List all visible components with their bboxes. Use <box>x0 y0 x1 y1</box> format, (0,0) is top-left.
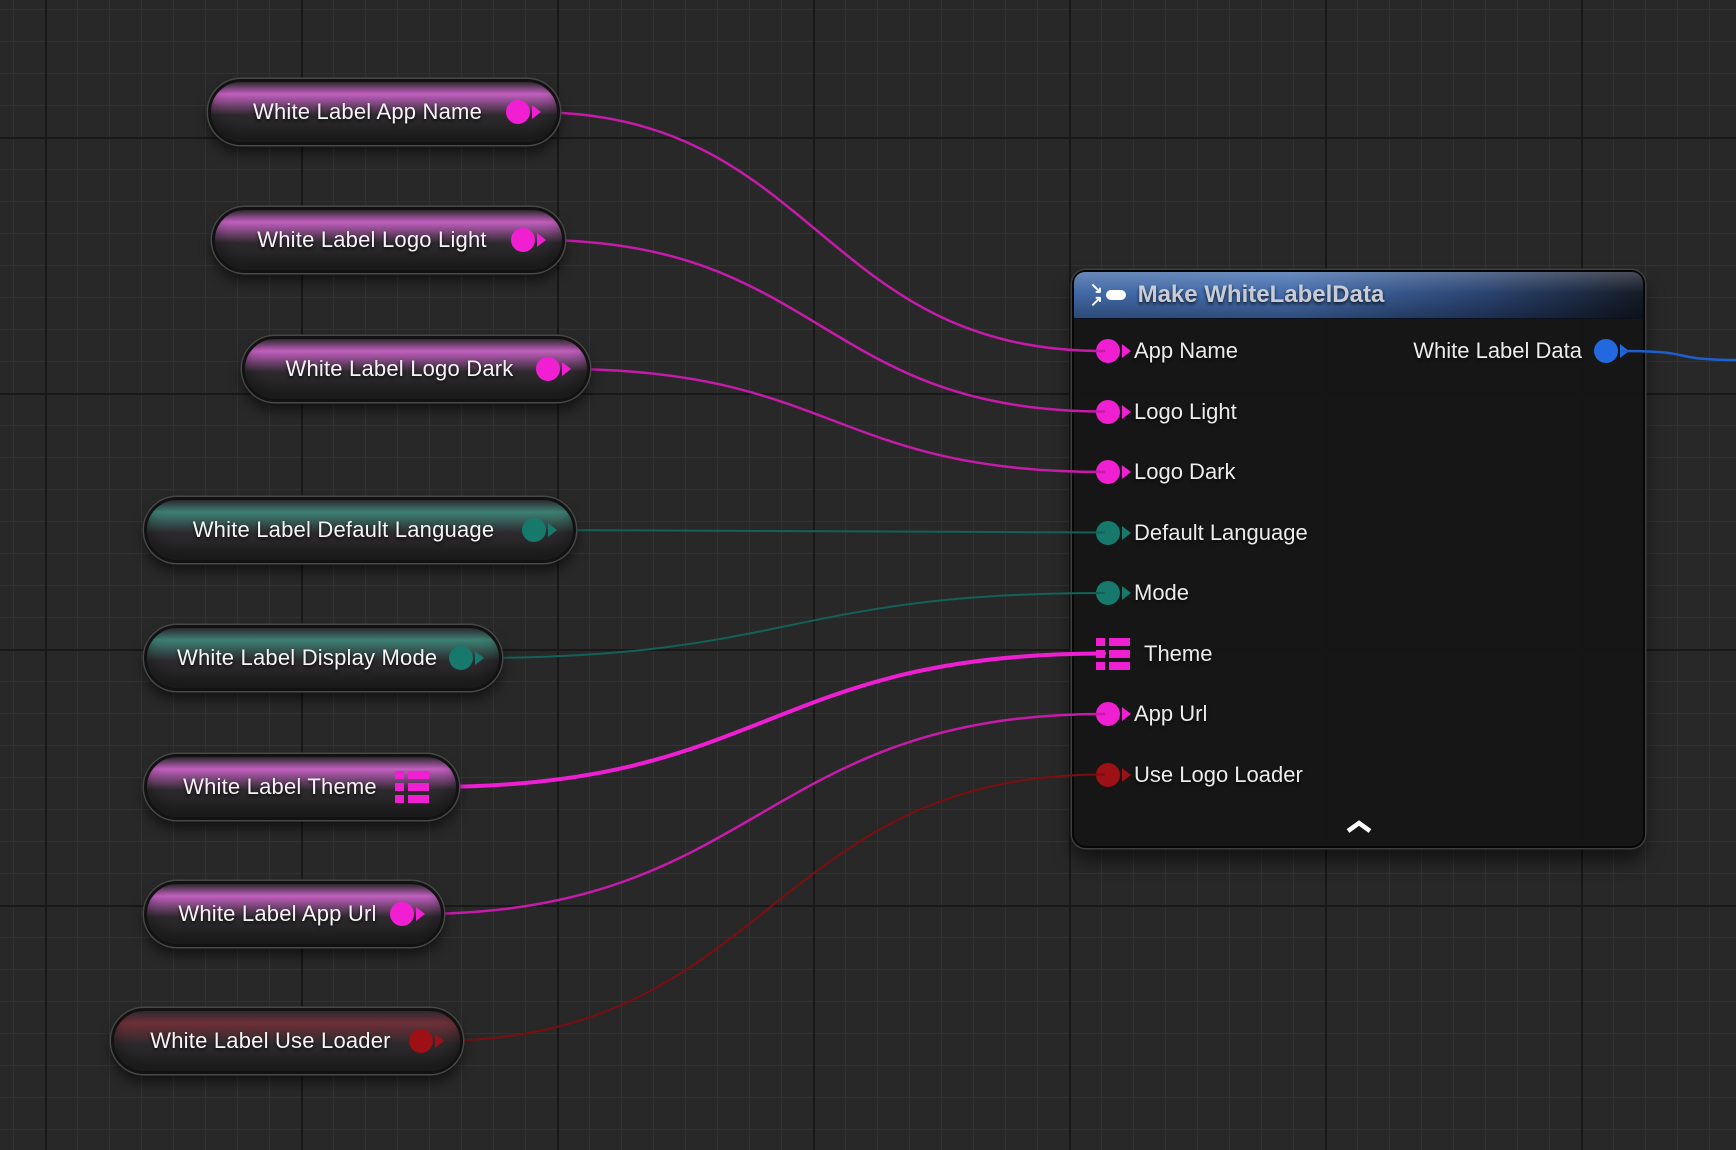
input-row-theme: Theme <box>1096 626 1212 682</box>
input-pin-label: Theme <box>1144 641 1212 667</box>
input-pin-app-name[interactable] <box>1096 339 1120 363</box>
input-pin-label: Mode <box>1134 580 1189 606</box>
getter-label: White Label Display Mode <box>177 645 437 671</box>
output-pin-white-label-app-name[interactable] <box>506 100 530 124</box>
output-pin-white-label-default-language[interactable] <box>522 518 546 542</box>
input-row-app-name: App Name <box>1096 323 1238 379</box>
input-pin-default-language[interactable] <box>1096 521 1120 545</box>
output-pin-white-label-app-name-tip <box>532 105 541 119</box>
input-row-mode: Mode <box>1096 565 1189 621</box>
input-pin-logo-dark-tip <box>1122 465 1131 479</box>
wire-white-label-app-url-to-app-url[interactable] <box>416 714 1104 914</box>
output-pin-white-label-app-url[interactable] <box>390 902 414 926</box>
output-row-white-label-data: White Label Data <box>1413 323 1618 379</box>
make-struct-icon: ↘ ↗ <box>1090 282 1126 308</box>
output-pin-white-label-display-mode[interactable] <box>449 646 473 670</box>
output-pin-white-label-use-loader-tip <box>435 1034 444 1048</box>
output-pin-white-label-default-language-tip <box>548 523 557 537</box>
output-pin-white-label-use-loader[interactable] <box>409 1029 433 1053</box>
input-pin-use-logo-loader-tip <box>1122 768 1131 782</box>
input-pin-logo-light[interactable] <box>1096 400 1120 424</box>
wire-white-label-logo-light-to-logo-light[interactable] <box>537 240 1104 412</box>
input-pin-logo-light-tip <box>1122 405 1131 419</box>
output-pin-white-label-display-mode-tip <box>475 651 484 665</box>
getter-node-white-label-use-loader[interactable]: White Label Use Loader <box>111 1008 463 1074</box>
make-node-header[interactable]: ↘ ↗ Make WhiteLabelData <box>1074 272 1643 319</box>
getter-label: White Label Theme <box>177 774 383 800</box>
input-pin-label: Logo Dark <box>1134 459 1236 485</box>
input-pin-use-logo-loader[interactable] <box>1096 763 1120 787</box>
chevron-up-icon <box>1344 820 1374 834</box>
getter-node-white-label-logo-light[interactable]: White Label Logo Light <box>212 207 565 273</box>
input-row-app-url: App Url <box>1096 686 1207 742</box>
getter-label: White Label Use Loader <box>144 1028 397 1054</box>
input-pin-default-language-tip <box>1122 526 1131 540</box>
wire-white-label-theme-to-theme[interactable] <box>431 654 1104 788</box>
output-pin-white-label-logo-dark[interactable] <box>536 357 560 381</box>
getter-node-white-label-default-language[interactable]: White Label Default Language <box>144 497 576 563</box>
input-row-logo-dark: Logo Dark <box>1096 444 1236 500</box>
getter-label: White Label Logo Light <box>245 227 499 253</box>
wire-white-label-default-language-to-default-language[interactable] <box>548 530 1104 533</box>
output-pin-white-label-data-tip <box>1620 344 1629 358</box>
getter-label: White Label Logo Dark <box>275 356 524 382</box>
input-pin-app-name-tip <box>1122 344 1131 358</box>
input-pin-label: Use Logo Loader <box>1134 762 1303 788</box>
input-pin-app-url[interactable] <box>1096 702 1120 726</box>
input-pin-mode[interactable] <box>1096 581 1120 605</box>
input-pin-logo-dark[interactable] <box>1096 460 1120 484</box>
getter-node-white-label-app-url[interactable]: White Label App Url <box>144 881 444 947</box>
getter-node-white-label-display-mode[interactable]: White Label Display Mode <box>144 625 502 691</box>
make-node-title: Make WhiteLabelData <box>1138 281 1385 309</box>
getter-label: White Label Default Language <box>177 517 510 543</box>
blueprint-graph-canvas[interactable]: ↘ ↗ Make WhiteLabelData App Name Logo Lig… <box>0 0 1736 1150</box>
wire-white-label-use-loader-to-use-logo-loader[interactable] <box>435 775 1104 1042</box>
getter-node-white-label-app-name[interactable]: White Label App Name <box>208 79 560 145</box>
input-row-default-language: Default Language <box>1096 505 1308 561</box>
getter-node-white-label-logo-dark[interactable]: White Label Logo Dark <box>242 336 590 402</box>
getter-label: White Label App Url <box>177 901 378 927</box>
input-row-logo-light: Logo Light <box>1096 384 1237 440</box>
input-pin-label: App Url <box>1134 701 1207 727</box>
output-pin-white-label-logo-light-tip <box>537 233 546 247</box>
output-pin-white-label-data[interactable] <box>1594 339 1618 363</box>
wire-white-label-logo-dark-to-logo-dark[interactable] <box>562 369 1104 472</box>
input-pin-mode-tip <box>1122 586 1131 600</box>
input-pin-theme[interactable] <box>1096 637 1130 671</box>
input-pin-label: Logo Light <box>1134 399 1237 425</box>
make-whitelabeldata-node[interactable]: ↘ ↗ Make WhiteLabelData App Name Logo Lig… <box>1072 270 1645 848</box>
output-pin-label: White Label Data <box>1413 338 1582 364</box>
input-pin-app-url-tip <box>1122 707 1131 721</box>
output-pin-white-label-app-url-tip <box>416 907 425 921</box>
output-pin-white-label-logo-light[interactable] <box>511 228 535 252</box>
getter-node-white-label-theme[interactable]: White Label Theme <box>144 754 459 820</box>
collapse-node-button[interactable] <box>1337 816 1381 838</box>
output-pin-white-label-theme[interactable] <box>395 770 429 804</box>
getter-label: White Label App Name <box>241 99 494 125</box>
input-pin-label: App Name <box>1134 338 1238 364</box>
make-struct-pill <box>1106 290 1126 300</box>
input-pin-label: Default Language <box>1134 520 1308 546</box>
input-row-use-logo-loader: Use Logo Loader <box>1096 747 1303 803</box>
output-pin-white-label-logo-dark-tip <box>562 362 571 376</box>
wire-white-label-display-mode-to-mode[interactable] <box>474 593 1104 658</box>
wire-white-label-app-name-to-app-name[interactable] <box>532 112 1104 351</box>
make-struct-arrow-in-bottom: ↗ <box>1090 295 1103 308</box>
